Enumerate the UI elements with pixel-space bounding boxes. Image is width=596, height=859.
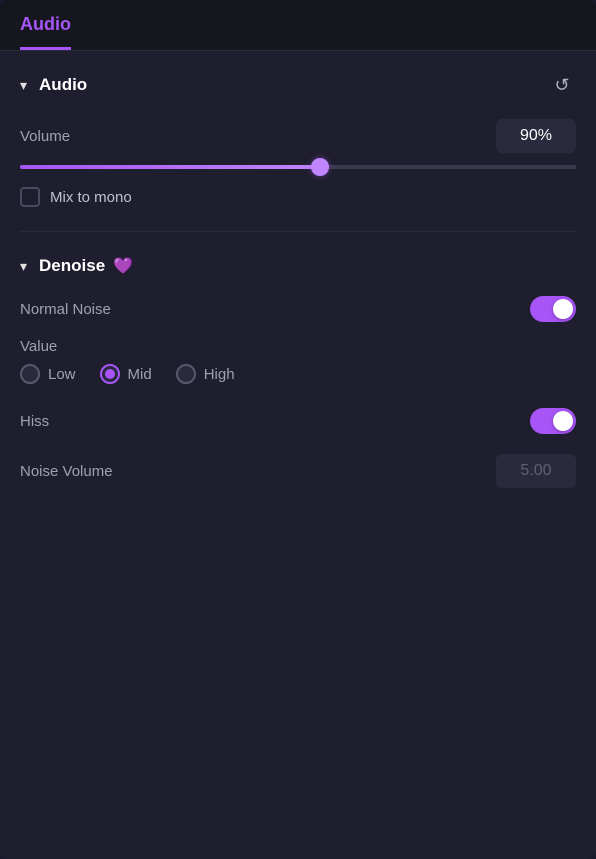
- radio-group: Low Mid High: [20, 364, 576, 384]
- hiss-toggle-thumb: [553, 411, 573, 431]
- volume-label: Volume: [20, 128, 70, 145]
- hiss-toggle[interactable]: [530, 408, 576, 434]
- value-label: Value: [20, 338, 57, 355]
- volume-slider-container: [20, 165, 576, 169]
- radio-high-label: High: [204, 366, 235, 383]
- noise-volume-row: Noise Volume 5.00: [20, 454, 576, 488]
- radio-high-circle: [176, 364, 196, 384]
- audio-tab[interactable]: Audio: [20, 14, 71, 50]
- denoise-collapse-arrow[interactable]: ▾: [20, 258, 27, 275]
- hiss-toggle-track: [530, 408, 576, 434]
- audio-section-title: Audio: [39, 75, 87, 95]
- radio-mid-label: Mid: [128, 366, 152, 383]
- radio-low-circle: [20, 364, 40, 384]
- volume-slider-track: [20, 165, 576, 169]
- noise-volume-label: Noise Volume: [20, 463, 113, 480]
- denoise-section-title: Denoise: [39, 256, 105, 276]
- normal-noise-toggle[interactable]: [530, 296, 576, 322]
- mix-to-mono-checkbox[interactable]: [20, 187, 40, 207]
- title-bar: Audio: [0, 0, 596, 51]
- normal-noise-row: Normal Noise: [20, 296, 576, 322]
- denoise-section-header: ▾ Denoise 💜: [20, 256, 576, 276]
- volume-slider-fill: [20, 165, 320, 169]
- radio-low[interactable]: Low: [20, 364, 76, 384]
- volume-value-box: 90%: [496, 119, 576, 153]
- hiss-label: Hiss: [20, 413, 49, 430]
- audio-title-group: ▾ Audio: [20, 75, 87, 95]
- mix-to-mono-row[interactable]: Mix to mono: [20, 187, 576, 207]
- section-divider: [20, 231, 576, 232]
- main-content: ▾ Audio ↺ Volume 90% Mix to mono: [0, 51, 596, 859]
- audio-section-header: ▾ Audio ↺: [20, 71, 576, 99]
- normal-noise-toggle-thumb: [553, 299, 573, 319]
- noise-volume-value-box: 5.00: [496, 454, 576, 488]
- normal-noise-toggle-track: [530, 296, 576, 322]
- radio-low-label: Low: [48, 366, 76, 383]
- app-window: Audio ▾ Audio ↺ Volume 90%: [0, 0, 596, 859]
- volume-row: Volume 90%: [20, 119, 576, 153]
- hiss-row: Hiss: [20, 408, 576, 434]
- radio-mid-circle: [100, 364, 120, 384]
- denoise-section: ▾ Denoise 💜 Normal Noise Value: [0, 236, 596, 520]
- normal-noise-label: Normal Noise: [20, 301, 111, 318]
- denoise-title-group: ▾ Denoise 💜: [20, 256, 133, 276]
- mix-to-mono-label: Mix to mono: [50, 189, 132, 206]
- radio-mid-dot: [105, 369, 115, 379]
- value-label-container: Value: [20, 338, 576, 356]
- denoise-badge: 💜: [113, 256, 133, 276]
- audio-reset-button[interactable]: ↺: [548, 71, 576, 99]
- volume-slider-thumb: [311, 158, 329, 176]
- radio-mid[interactable]: Mid: [100, 364, 152, 384]
- audio-collapse-arrow[interactable]: ▾: [20, 77, 27, 94]
- audio-section: ▾ Audio ↺ Volume 90% Mix to mono: [0, 51, 596, 227]
- radio-high[interactable]: High: [176, 364, 235, 384]
